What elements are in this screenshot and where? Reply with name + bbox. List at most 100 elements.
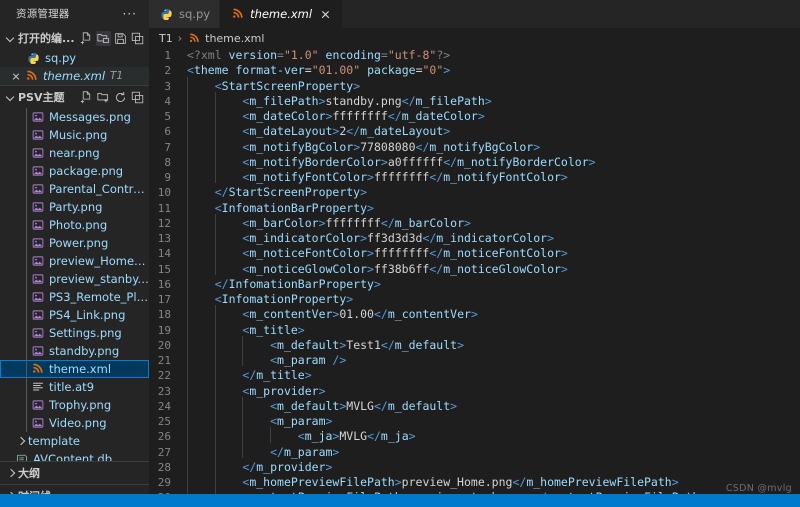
tree-file-row[interactable]: Power.png bbox=[0, 234, 149, 252]
tree-file-row[interactable]: preview_Home.png bbox=[0, 252, 149, 270]
code-token: </ bbox=[367, 429, 381, 444]
tree-file-row[interactable]: Photo.png bbox=[0, 216, 149, 234]
code-token: </ bbox=[387, 109, 402, 123]
tree-file-row[interactable]: preview_stanby.png bbox=[0, 270, 149, 288]
code-line-text: <m_notifyFontColor>ffffffff</m_notifyFon… bbox=[185, 168, 568, 185]
tree-file-row[interactable]: Trophy.png bbox=[0, 396, 149, 414]
editor-area: sq.py theme.xml T1 › theme.xml 1 <?xml ve… bbox=[149, 0, 800, 507]
tree-file-row[interactable]: title.at9 bbox=[0, 378, 149, 396]
code-token: m_homePreviewFilePath bbox=[526, 475, 672, 489]
code-line-text: <m_barColor>ffffffff</m_barColor> bbox=[185, 213, 471, 231]
close-icon[interactable] bbox=[318, 7, 333, 22]
open-editor-item-sq-py[interactable]: sq.py bbox=[0, 49, 149, 67]
collapse-all-icon[interactable] bbox=[130, 31, 145, 46]
code-token: > bbox=[318, 383, 326, 398]
code-token: > bbox=[360, 231, 368, 245]
tree-file-row[interactable]: package.png bbox=[0, 162, 149, 180]
code-token: > bbox=[464, 215, 471, 230]
tree-file-row[interactable]: Settings.png bbox=[0, 324, 149, 342]
tab-sq-py[interactable]: sq.py bbox=[149, 0, 221, 28]
code-token: a0ffffff bbox=[387, 154, 444, 169]
code-token: > bbox=[450, 398, 458, 413]
section-open-editors-header[interactable]: 打开的编... bbox=[0, 27, 149, 49]
explorer-more-actions-icon[interactable]: ··· bbox=[123, 8, 141, 20]
code-token: package bbox=[367, 63, 416, 78]
code-token: m_noticeFontColor bbox=[249, 246, 368, 261]
line-number: 20 bbox=[157, 338, 171, 352]
code-token: < bbox=[270, 414, 278, 428]
code-editor[interactable]: 1 <?xml version="1.0" encoding="utf-8"?> 2… bbox=[149, 48, 800, 507]
close-icon[interactable] bbox=[9, 69, 23, 83]
code-token: > bbox=[560, 170, 568, 184]
tree-file-row[interactable]: PS4_Link.png bbox=[0, 306, 149, 324]
save-all-icon[interactable] bbox=[113, 31, 128, 46]
tree-item-label: theme.xml bbox=[49, 362, 112, 376]
tree-file-row[interactable]: theme.xml bbox=[0, 360, 149, 378]
tree-file-row[interactable]: Parental_Control.png bbox=[0, 180, 149, 198]
code-line-text: <m_dateLayout>2</m_dateLayout> bbox=[185, 122, 450, 139]
code-line: 16 </InfomationBarProperty> bbox=[149, 274, 800, 292]
code-line: 5 <m_dateColor>ffffffff</m_dateColor> bbox=[149, 107, 800, 124]
tab-theme-xml[interactable]: theme.xml bbox=[220, 0, 344, 28]
new-folder-icon[interactable] bbox=[96, 90, 111, 105]
code-token: standby.png bbox=[325, 93, 402, 108]
refresh-icon[interactable] bbox=[113, 90, 128, 105]
image-file-icon bbox=[30, 128, 45, 143]
tree-file-row[interactable]: Video.png bbox=[0, 414, 149, 432]
tree-file-row[interactable]: AVContent.db bbox=[0, 450, 149, 461]
code-token: > bbox=[332, 444, 340, 459]
tree-indent-guide bbox=[26, 108, 27, 432]
tree-folder-row[interactable]: template bbox=[0, 432, 149, 450]
line-number: 2 bbox=[164, 64, 171, 78]
tree-item-label: PS4_Link.png bbox=[49, 308, 126, 322]
code-line: 11 <InfomationBarProperty> bbox=[149, 198, 800, 216]
code-token: ffffffff bbox=[373, 246, 430, 261]
tree-file-row[interactable]: Messages.png bbox=[0, 108, 149, 126]
new-file-icon[interactable] bbox=[79, 90, 94, 105]
code-line: 28 </m_provider> bbox=[149, 457, 800, 475]
code-token: < bbox=[270, 398, 278, 413]
code-line-text: <m_ja>MVLG</m_ja> bbox=[185, 427, 416, 444]
line-number: 21 bbox=[157, 354, 171, 367]
code-token: = bbox=[415, 63, 423, 78]
xml-file-icon bbox=[30, 362, 45, 377]
code-line-text: <InfomationProperty> bbox=[185, 290, 353, 307]
new-file-icon[interactable] bbox=[79, 31, 94, 46]
audio-file-icon bbox=[30, 380, 45, 395]
code-line: 27 </m_param> bbox=[149, 442, 800, 460]
line-number: 7 bbox=[164, 140, 171, 154]
line-number: 13 bbox=[157, 232, 171, 245]
code-line-text: </m_title> bbox=[185, 366, 312, 383]
code-line-text: <StartScreenProperty> bbox=[185, 76, 360, 94]
code-line: 22 </m_title> bbox=[149, 366, 800, 383]
new-folder-icon[interactable] bbox=[96, 30, 111, 46]
tree-file-row[interactable]: standby.png bbox=[0, 342, 149, 360]
collapse-all-icon[interactable] bbox=[130, 90, 145, 105]
tree-file-row[interactable]: PS3_Remote_Play.png bbox=[0, 288, 149, 306]
code-token: m_noticeGlowColor bbox=[249, 261, 368, 276]
code-token: ff3d3d3d bbox=[367, 231, 423, 245]
section-outline-header[interactable]: 大纲 bbox=[0, 461, 149, 484]
code-token: m_contentVer bbox=[387, 307, 471, 322]
tab-label: sq.py bbox=[179, 7, 211, 21]
folder-actions bbox=[79, 90, 149, 105]
code-token: > bbox=[367, 246, 374, 261]
tree-file-row[interactable]: Music.png bbox=[0, 126, 149, 144]
open-editor-item-theme-xml[interactable]: theme.xml T1 bbox=[0, 67, 149, 85]
code-token: = bbox=[277, 48, 284, 62]
section-open-editors-label: 打开的编... bbox=[18, 32, 75, 45]
tree-file-row[interactable]: near.png bbox=[0, 144, 149, 162]
section-folder-header[interactable]: PSV主题 bbox=[0, 85, 149, 108]
line-number: 5 bbox=[164, 110, 171, 123]
breadcrumb-file[interactable]: theme.xml bbox=[187, 31, 264, 45]
line-number: 14 bbox=[157, 247, 171, 261]
breadcrumb-root[interactable]: T1 bbox=[159, 32, 173, 45]
tree-item-label: Parental_Control.png bbox=[49, 182, 149, 196]
tree-file-row[interactable]: Party.png bbox=[0, 198, 149, 216]
tree-item-label: package.png bbox=[49, 164, 124, 178]
code-token: m_dateLayout bbox=[360, 124, 444, 139]
